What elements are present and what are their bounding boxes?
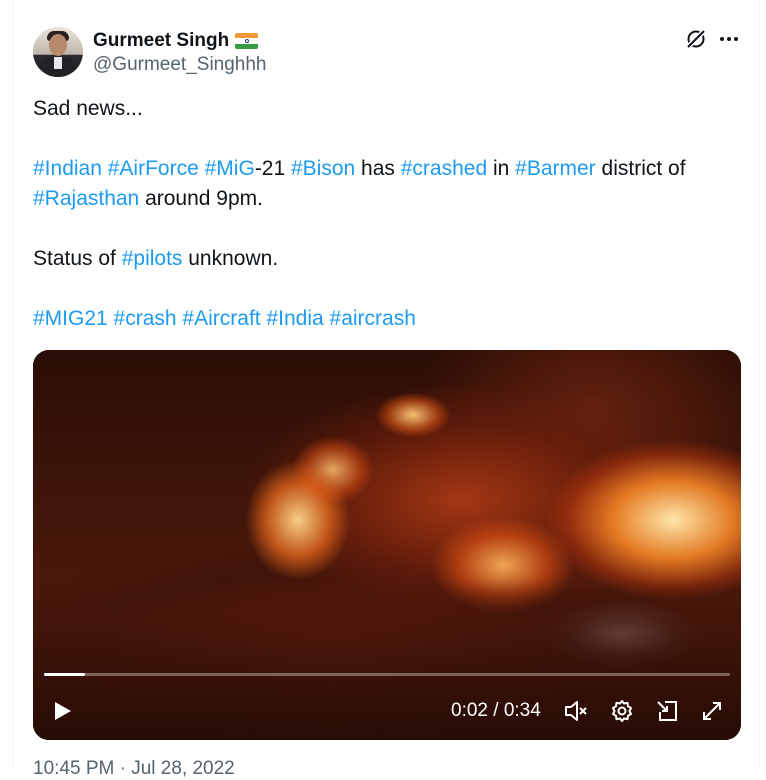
hashtag-link[interactable]: #Rajasthan — [33, 187, 139, 210]
tweet-text-segment: district of — [595, 157, 686, 180]
fullscreen-icon[interactable] — [699, 698, 725, 724]
hashtag-link[interactable]: #Bison — [291, 157, 355, 180]
play-icon[interactable] — [49, 698, 75, 724]
tweet-text-segment: in — [487, 157, 516, 180]
video-progress-bar[interactable] — [44, 673, 730, 676]
hashtag-link[interactable]: #crash — [114, 307, 177, 330]
tweet-text-segment: unknown. — [182, 247, 279, 270]
tweet-line-1: Sad news... — [33, 97, 143, 120]
mute-icon[interactable] — [563, 698, 589, 724]
hashtag-link[interactable]: #AirForce — [108, 157, 199, 180]
hashtag-link[interactable]: #pilots — [122, 247, 183, 270]
hashtag-link[interactable]: #MiG — [205, 157, 255, 180]
settings-icon[interactable] — [609, 698, 635, 724]
hashtag-link[interactable]: #aircrash — [330, 307, 416, 330]
tweet-text: Sad news... #Indian #AirForce #MiG-21 #B… — [33, 94, 743, 364]
tweet-text-segment: has — [355, 157, 401, 180]
hashtag-link[interactable]: #crashed — [401, 157, 487, 180]
author-name[interactable]: Gurmeet Singh — [93, 30, 229, 52]
grok-icon[interactable] — [684, 27, 708, 51]
hashtag-link[interactable]: #India — [266, 307, 323, 330]
video-controls: 0:02 / 0:34 — [33, 690, 741, 734]
hashtag-link[interactable]: #Barmer — [515, 157, 596, 180]
tweet-paragraph-3: Status of #pilots unknown. — [33, 244, 743, 274]
tweet-text-segment: -21 — [254, 157, 291, 180]
tweet-text-segment: Status of — [33, 247, 122, 270]
tweet-paragraph-4: #MIG21 #crash #Aircraft #India #aircrash — [33, 304, 743, 334]
author-handle[interactable]: @Gurmeet_Singhhh — [93, 54, 267, 76]
hashtag-link[interactable]: #Aircraft — [182, 307, 260, 330]
video-progress-fill — [44, 673, 86, 676]
avatar[interactable] — [33, 27, 83, 77]
tweet-text-segment: around 9pm. — [139, 187, 263, 210]
hashtag-link[interactable]: #Indian — [33, 157, 102, 180]
tweet-timestamp[interactable]: 10:45 PM · Jul 28, 2022 — [33, 758, 235, 780]
pip-icon[interactable] — [654, 698, 680, 724]
tweet-paragraph-2: #Indian #AirForce #MiG-21 #Bison has #cr… — [33, 154, 743, 214]
video-player[interactable]: 0:02 / 0:34 — [33, 350, 741, 740]
more-icon[interactable] — [716, 27, 742, 51]
india-flag-icon — [235, 33, 259, 49]
video-time: 0:02 / 0:34 — [451, 700, 541, 721]
author-name-row[interactable]: Gurmeet Singh — [93, 30, 259, 52]
hashtag-link[interactable]: #MIG21 — [33, 307, 108, 330]
